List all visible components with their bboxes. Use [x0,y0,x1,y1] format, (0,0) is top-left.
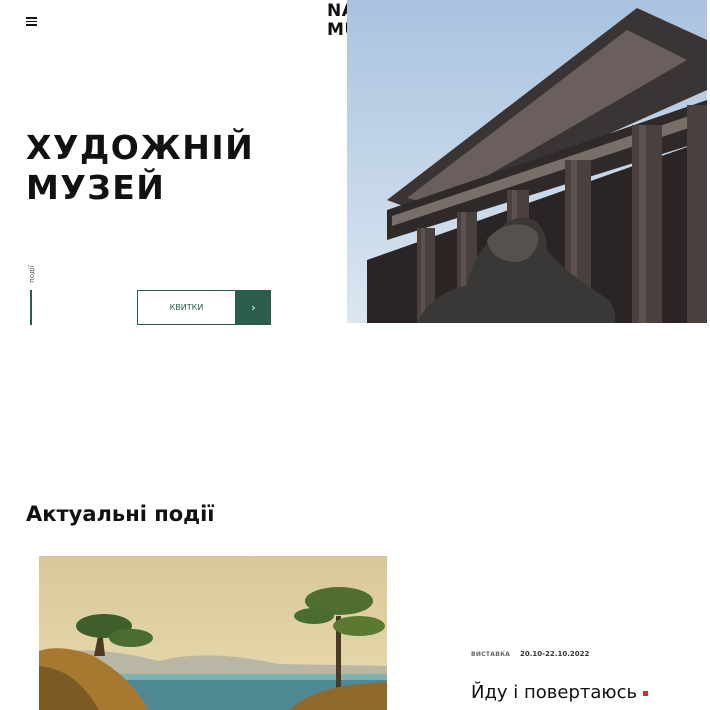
chevron-right-icon: › [251,301,256,314]
tickets-arrow-button[interactable]: › [236,290,271,325]
hero-title: ХУДОЖНІЙ МУЗЕЙ [26,128,254,208]
event-dates: 20.10-22.10.2022 [520,650,590,658]
hero-title-line-1: ХУДОЖНІЙ [26,128,255,167]
hero-title-line-2: МУЗЕЙ [26,168,166,207]
hero-museum-photo [347,0,707,323]
event-type-label: ВИСТАВКА [471,651,511,658]
event-image[interactable] [39,556,387,710]
event-marker-dot [643,690,649,696]
event-title-text: Йду і повертаюсь [471,682,638,703]
section-title-current-events: Актуальні події [26,502,215,526]
tickets-button[interactable]: КВИТКИ [137,290,236,325]
scroll-indicator-line [30,290,32,325]
events-vertical-label[interactable]: події [28,262,36,286]
hamburger-menu-icon[interactable] [26,17,37,26]
event-title-link[interactable]: Йду і повертаюсь [471,682,649,703]
